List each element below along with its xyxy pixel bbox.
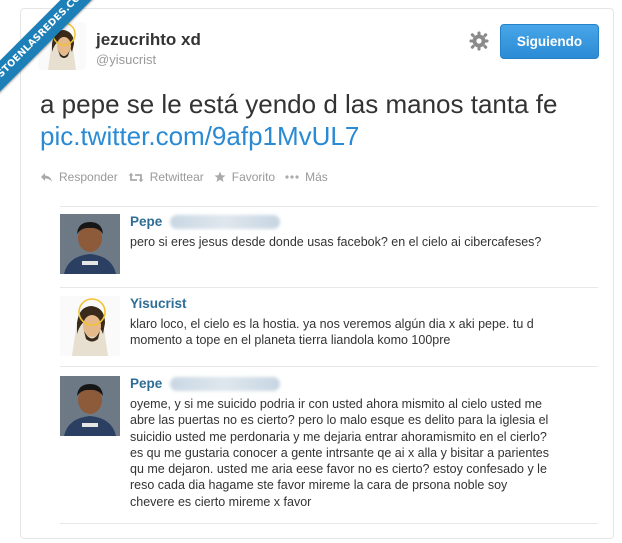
list-item: Pepe oyeme, y si me suicido podria ir co… xyxy=(60,376,598,524)
watermark-ribbon: VISTOENLASREDES.COM xyxy=(0,0,106,106)
favorite-label: Favorito xyxy=(231,170,276,184)
jesus-avatar-icon xyxy=(60,296,120,356)
tweet-actions: Responder Retwittear Favorito Más xyxy=(40,168,338,186)
reply-icon xyxy=(41,172,52,182)
star-icon xyxy=(214,171,226,182)
reply-text: klaro loco, el cielo es la hostia. ya no… xyxy=(130,317,534,348)
tweet-link[interactable]: pic.twitter.com/9afp1MvUL7 xyxy=(40,121,359,151)
user-photo-icon xyxy=(60,214,120,274)
avatar[interactable] xyxy=(60,296,120,356)
blurred-handle xyxy=(170,215,280,229)
reply-button[interactable]: Responder xyxy=(40,170,118,184)
following-button[interactable]: Siguiendo xyxy=(500,24,599,59)
author-name[interactable]: jezucrihto xd xyxy=(96,30,201,50)
reply-author-name[interactable]: Yisucrist xyxy=(130,296,187,311)
reply-text: pero si eres jesus desde donde usas face… xyxy=(130,235,542,249)
watermark-text: VISTOENLASREDES.COM xyxy=(0,0,106,106)
tweet-text: a pepe se le está yendo d las manos tant… xyxy=(40,88,580,152)
reply-author-name[interactable]: Pepe xyxy=(130,214,162,229)
favorite-button[interactable]: Favorito xyxy=(214,170,275,184)
reply-text: oyeme, y si me suicido podria ir con ust… xyxy=(130,397,549,509)
gear-icon[interactable] xyxy=(468,30,490,52)
avatar[interactable] xyxy=(60,376,120,436)
avatar[interactable] xyxy=(60,214,120,274)
divider xyxy=(60,523,598,524)
blurred-handle xyxy=(170,377,280,391)
more-button[interactable]: Más xyxy=(285,170,328,184)
list-item: Pepe pero si eres jesus desde donde usas… xyxy=(60,214,598,290)
reply-label: Responder xyxy=(59,170,118,184)
tweet-body: a pepe se le está yendo d las manos tant… xyxy=(40,89,558,119)
user-photo-icon xyxy=(60,376,120,436)
retweet-icon xyxy=(128,172,144,182)
list-item: Yisucrist klaro loco, el cielo es la hos… xyxy=(60,296,598,366)
reply-author-name[interactable]: Pepe xyxy=(130,376,162,391)
more-icon xyxy=(285,175,299,179)
divider xyxy=(60,287,598,288)
retweet-label: Retwittear xyxy=(149,170,204,184)
divider xyxy=(60,366,598,367)
divider xyxy=(60,206,598,207)
more-label: Más xyxy=(305,170,328,184)
retweet-button[interactable]: Retwittear xyxy=(128,170,204,184)
